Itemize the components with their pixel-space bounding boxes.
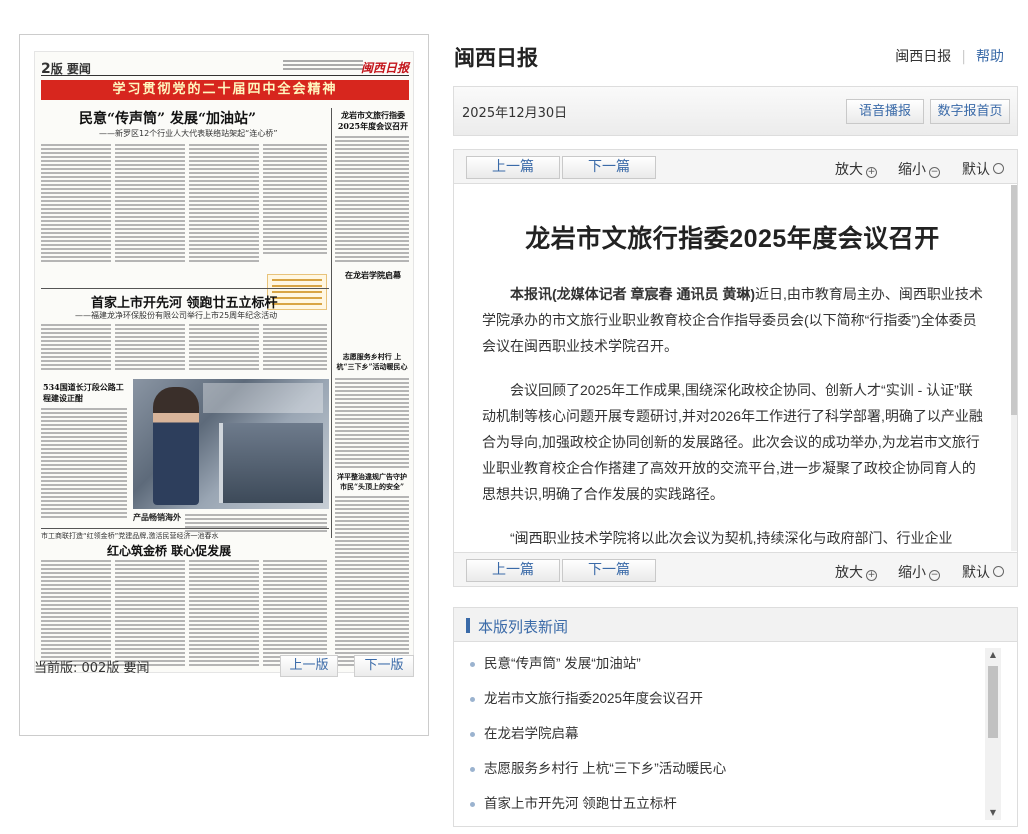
home-link[interactable]: 闽西日报 [895,49,951,65]
paper-side-headline-2[interactable]: 在龙岩学院启幕 [345,270,401,281]
paper-text-block [41,324,111,372]
paper-text-block [263,560,327,668]
paper-text-block [189,560,259,668]
circle-icon [993,566,1004,577]
page-news-list-panel: 本版列表新闻 民意“传声筒” 发展“加油站” 龙岩市文旅行指委2025年度会议召… [453,607,1018,827]
site-title: 闽西日报 [454,46,538,70]
minus-icon: − [929,570,940,581]
digital-home-button[interactable]: 数字报首页 [930,99,1010,124]
paper-text-block [335,136,409,264]
article-paragraph: “闽西职业技术学院将以此次会议为契机,持续深化与政府部门、行业企业 [510,530,953,546]
list-scrollbar[interactable]: ▲ ▼ [985,648,1001,820]
paper-side-headline-5[interactable]: 洋平整治違规广告守护市民“头顶上的安全” [335,472,409,492]
page-number: 2版 要闻 [41,61,91,77]
scroll-down-icon[interactable]: ▼ [985,806,1001,820]
minus-icon: − [929,167,940,178]
bullet-icon [470,732,475,737]
next-article-button[interactable]: 下一篇 [562,156,656,179]
accent-bar [466,618,470,633]
newspaper-page-image[interactable]: 2版 要闻 闽西日报 学习贯彻党的二十届四中全会精神 民意“传声筒” 发展“加油… [34,51,414,673]
paper-banner: 学习贯彻党的二十届四中全会精神 [41,80,409,100]
bullet-icon [470,802,475,807]
prev-article-button[interactable]: 上一篇 [466,559,560,582]
list-item[interactable]: 志愿服务乡村行 上杭“三下乡”活动暖民心 [454,755,986,790]
top-links: 闽西日报 | 帮助 [895,46,1004,66]
paper-side-headline-1[interactable]: 龙岩市文旅行指委2025年度会议召开 [337,110,409,132]
zoom-default-button[interactable]: 默认 [962,562,1004,582]
section-rule [41,288,329,289]
paper-text-block [115,560,185,668]
bullet-icon [470,767,475,772]
paper-meta [283,60,363,72]
article-byline: 本报讯(龙媒体记者 章宸春 通讯员 黄琳) [510,286,755,302]
zoom-out-button[interactable]: 缩小 − [898,159,940,179]
scroll-thumb[interactable] [988,666,998,738]
paper-text-block [189,144,259,264]
zoom-in-button[interactable]: 放大 + [835,562,877,582]
paper-header: 2版 要闻 闽西日报 [41,58,409,77]
photo-caption: 产品畅销海外 [133,513,181,522]
zoom-out-button[interactable]: 缩小 − [898,562,940,582]
paper-side-headline-3[interactable]: 534国道长汀段公路工程建设正酣 [43,382,129,404]
list-item[interactable]: 首家上市开先河 领跑廿五立标杆 [454,790,986,825]
zoom-default-button[interactable]: 默认 [962,159,1004,179]
paper-text-block [41,408,127,520]
news-list: 民意“传声筒” 发展“加油站” 龙岩市文旅行指委2025年度会议召开 在龙岩学院… [454,650,986,825]
plus-icon: + [866,167,877,178]
paper-subheadline-2: ——福建龙净环保股份有限公司举行上市25周年纪念活动 [75,311,278,320]
scroll-up-icon[interactable]: ▲ [985,648,1001,662]
prev-article-button[interactable]: 上一篇 [466,156,560,179]
bullet-icon [470,697,475,702]
paper-headline-2[interactable]: 首家上市开先河 领跑廿五立标杆 [91,292,278,311]
next-page-button[interactable]: 下一版 [354,655,414,677]
list-item[interactable]: 民意“传声筒” 发展“加油站” [454,650,986,685]
issue-date: 2025年12月30日 [462,106,568,121]
list-item[interactable]: 在龙岩学院启幕 [454,720,986,755]
column-rule [331,108,332,538]
zoom-in-button[interactable]: 放大 + [835,159,877,179]
current-version-label: 当前版: 002版 要闻 [34,661,150,676]
list-item[interactable]: 龙岩市文旅行指委2025年度会议召开 [454,685,986,720]
next-article-button[interactable]: 下一篇 [562,559,656,582]
newspaper-panel: 2版 要闻 闽西日报 学习贯彻党的二十届四中全会精神 民意“传声筒” 发展“加油… [19,34,429,736]
paper-photo [133,379,329,509]
voice-broadcast-button[interactable]: 语音播报 [846,99,924,124]
article-title: 龙岩市文旅行指委2025年度会议召开 [525,225,940,253]
article-panel: 上一篇 下一篇 放大 + 缩小 − 默认 龙岩市文旅行指委2025年度会议召开 本报… [453,149,1018,587]
plus-icon: + [866,570,877,581]
paper-headline-1[interactable]: 民意“传声筒” 发展“加油站” [79,108,256,128]
article-nav-bottom: 上一篇 下一篇 放大 + 缩小 − 默认 [454,552,1017,586]
article-paragraph: 会议回顾了2025年工作成果,围绕深化政校企协同、创新人才“实训 - 认证”联动… [482,382,983,502]
paper-subheadline-3: 市工商联打造“红领金桥”党建品牌,激活民营经济一池春水 [41,532,219,540]
paper-text-block [189,324,259,372]
paper-text-block [263,324,327,372]
article-nav-top: 上一篇 下一篇 放大 + 缩小 − 默认 [454,150,1017,184]
paper-text-block [263,144,327,256]
paper-side-headline-4[interactable]: 志愿服务乡村行 上杭“三下乡”活动暖民心 [335,352,409,372]
paper-text-block [335,378,409,470]
paper-text-block [41,144,111,264]
link-divider: | [961,49,966,65]
bullet-icon [470,662,475,667]
paper-logo: 闽西日报 [360,61,409,75]
paper-text-block [41,560,111,668]
circle-icon [993,163,1004,174]
list-title: 本版列表新闻 [478,618,569,636]
list-header: 本版列表新闻 [454,608,1017,642]
section-rule [41,528,329,529]
paper-subheadline-1: ——新罗区12个行业人大代表联络站架起“连心桥” [99,129,278,138]
paper-text-block [335,560,409,668]
paper-headline-3[interactable]: 红心筑金桥 联心促发展 [107,542,231,559]
date-toolbar: 2025年12月30日 语音播报 数字报首页 [453,86,1018,136]
prev-page-button[interactable]: 上一版 [280,655,338,677]
article-scrollbar[interactable] [1011,185,1017,551]
article-paragraph: 本报讯(龙媒体记者 章宸春 通讯员 黄琳)近日,由市教育局主办、闽西职业技术学院… [482,286,983,354]
help-link[interactable]: 帮助 [976,49,1004,65]
paper-text-block [115,144,185,264]
paper-text-block [115,324,185,372]
article-content: 龙岩市文旅行指委2025年度会议召开 本报讯(龙媒体记者 章宸春 通讯员 黄琳)… [454,185,1011,551]
